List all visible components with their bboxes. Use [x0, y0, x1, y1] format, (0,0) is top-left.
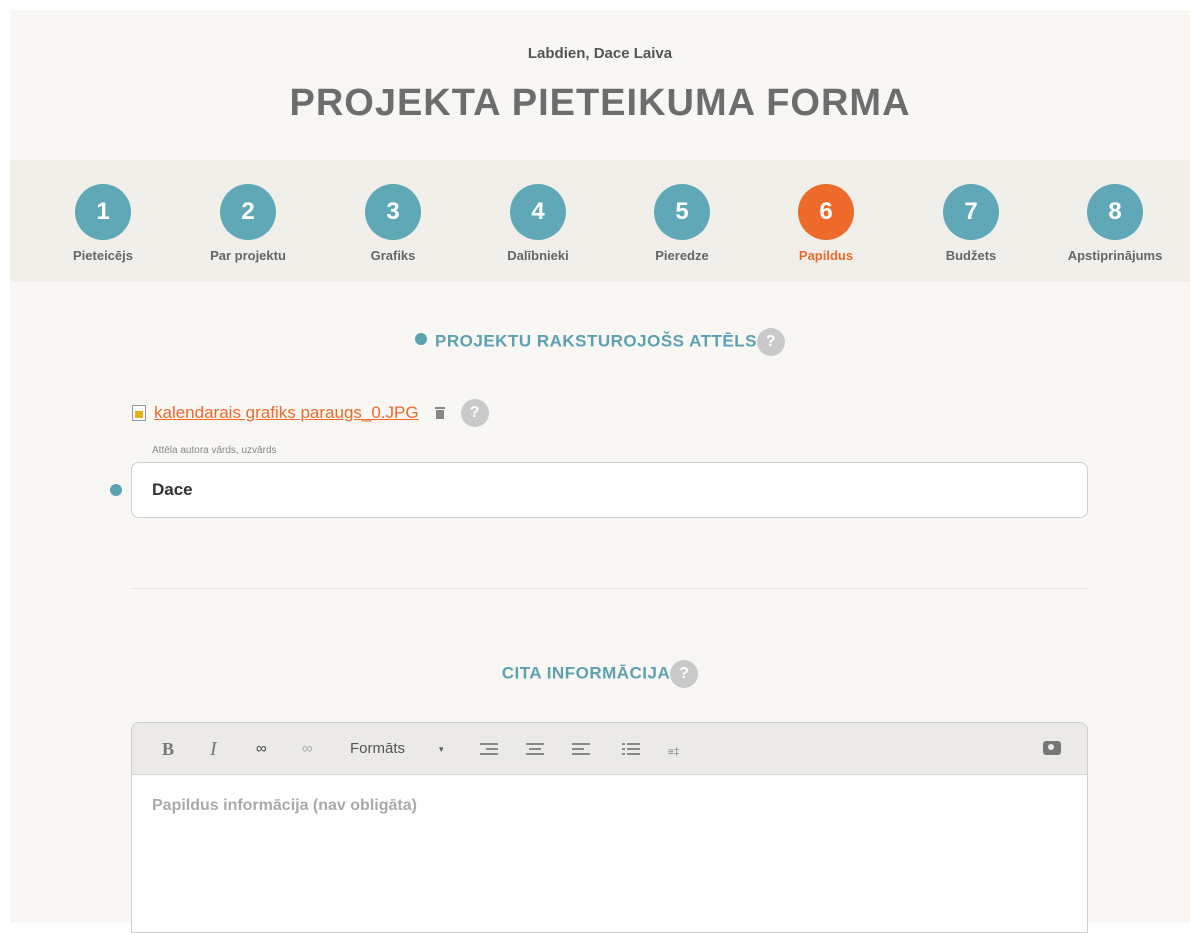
trash-icon[interactable]	[434, 407, 445, 419]
step-number: 3	[365, 184, 421, 240]
link-icon[interactable]: ∞	[256, 723, 267, 775]
step-8[interactable]: 8 Apstiprinājums	[1045, 184, 1185, 263]
step-number: 6	[798, 184, 854, 240]
step-6-active[interactable]: 6 Papildus	[756, 184, 896, 263]
greeting: Labdien, Dace Laiva	[527, 45, 673, 62]
uploaded-file: kalendarais grafiks paraugs_0.JPG ?	[132, 398, 489, 428]
page-title: PROJEKTA PIETEIKUMA FORMA	[289, 82, 911, 124]
help-icon[interactable]: ?	[460, 399, 489, 427]
image-section-title-text: PROJEKTU RAKSTUROJOŠS ATTĒLS	[435, 331, 757, 351]
step-number: 5	[654, 184, 710, 240]
step-number: 1	[75, 184, 131, 240]
rich-text-editor: B I ∞ ∞ Formāts ▾ ≡‡ Papildus informācij…	[131, 722, 1088, 933]
format-dropdown[interactable]: Formāts	[350, 723, 405, 775]
step-label: Pieredze	[655, 248, 709, 263]
step-number: 2	[220, 184, 276, 240]
align-center-icon[interactable]	[526, 742, 544, 756]
step-label: Par projektu	[210, 248, 286, 263]
editor-toolbar: B I ∞ ∞ Formāts ▾ ≡‡	[132, 723, 1087, 775]
clear-format-icon[interactable]: ≡‡	[668, 727, 679, 779]
step-label: Pieteicējs	[73, 248, 133, 263]
align-right-icon[interactable]	[480, 742, 498, 756]
image-section-title: PROJEKTU RAKSTUROJOŠS ATTĒLS?	[10, 328, 1190, 356]
step-5[interactable]: 5 Pieredze	[612, 184, 752, 263]
step-number: 7	[943, 184, 999, 240]
editor-content[interactable]: Papildus informācija (nav obligāta)	[132, 775, 1087, 837]
form-stepper: 1 Pieteicējs 2 Par projektu 3 Grafiks 4 …	[10, 160, 1190, 282]
author-field-label: Attēla autora vārds, uzvārds	[152, 445, 277, 456]
step-2[interactable]: 2 Par projektu	[178, 184, 318, 263]
author-name-input[interactable]	[131, 462, 1088, 518]
step-label: Papildus	[798, 248, 854, 263]
step-1[interactable]: 1 Pieteicējs	[33, 184, 173, 263]
align-left-icon[interactable]	[572, 742, 590, 756]
editor-placeholder: Papildus informācija (nav obligāta)	[152, 797, 417, 814]
other-section-title-text: CITA INFORMĀCIJA	[501, 663, 671, 683]
unlink-icon[interactable]: ∞	[302, 723, 313, 775]
page: Labdien, Dace Laiva PROJEKTA PIETEIKUMA …	[10, 10, 1190, 933]
step-3[interactable]: 3 Grafiks	[323, 184, 463, 263]
step-label: Budžets	[945, 248, 997, 263]
other-section-title: CITA INFORMĀCIJA?	[10, 660, 1190, 688]
help-icon[interactable]: ?	[756, 328, 785, 356]
chevron-down-icon[interactable]: ▾	[439, 723, 444, 775]
step-label: Apstiprinājums	[1067, 248, 1163, 263]
file-link[interactable]: kalendarais grafiks paraugs_0.JPG	[154, 403, 419, 423]
help-icon[interactable]: ?	[670, 660, 699, 688]
step-number: 4	[510, 184, 566, 240]
list-icon[interactable]	[622, 742, 640, 756]
file-image-icon	[132, 405, 146, 421]
step-label: Dalībnieki	[507, 248, 569, 263]
required-dot	[415, 333, 428, 346]
page-header: Labdien, Dace Laiva PROJEKTA PIETEIKUMA …	[10, 10, 1190, 160]
step-4[interactable]: 4 Dalībnieki	[468, 184, 608, 263]
section-divider	[131, 588, 1088, 589]
bold-button[interactable]: B	[162, 723, 174, 775]
step-number: 8	[1087, 184, 1143, 240]
italic-button[interactable]: I	[210, 723, 217, 775]
camera-icon[interactable]	[1043, 741, 1061, 755]
step-label: Grafiks	[370, 248, 416, 263]
step-7[interactable]: 7 Budžets	[901, 184, 1041, 263]
required-dot	[110, 484, 122, 496]
